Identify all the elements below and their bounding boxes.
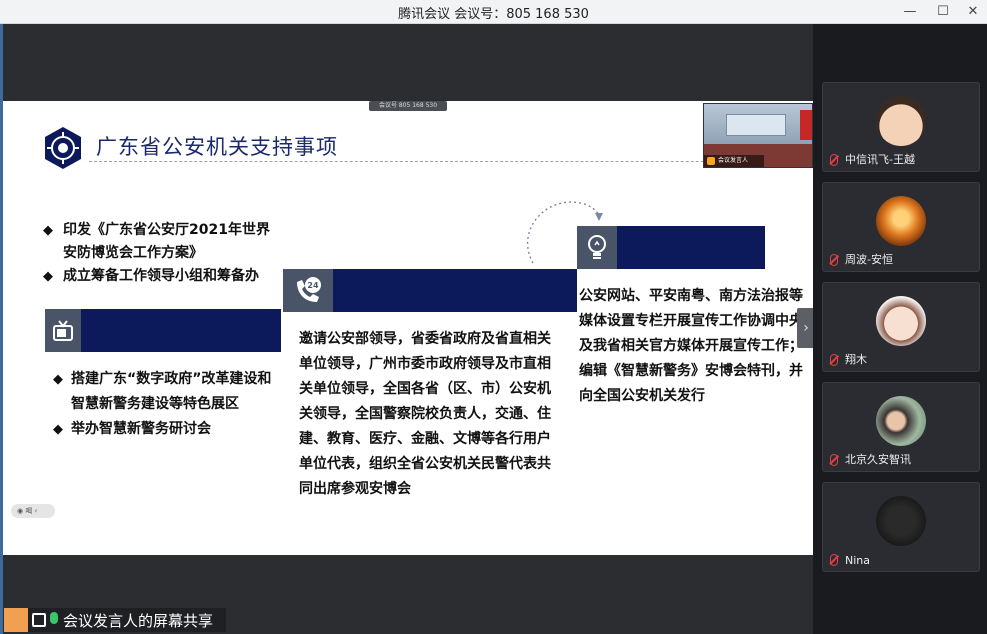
participant-name: 北京久安智讯 xyxy=(845,453,911,466)
avatar xyxy=(876,96,926,146)
avatar xyxy=(876,196,926,246)
mic-muted-icon xyxy=(830,254,838,266)
phone-24-icon: 24 xyxy=(283,269,333,312)
mic-muted-icon xyxy=(830,554,838,566)
user-icon xyxy=(707,157,715,165)
speaker-label: 会议发言人 xyxy=(704,155,764,167)
participant-name: Nina xyxy=(845,554,870,567)
participant-tile[interactable]: 翔木 xyxy=(822,282,980,372)
title-bar: 腾讯会议 会议号：805 168 530 — ☐ ✕ xyxy=(0,0,987,24)
mic-muted-icon xyxy=(830,154,838,166)
share-label: 会议发言人的屏幕共享 xyxy=(63,612,214,630)
section-header-left xyxy=(45,309,281,352)
participants-panel: 中信讯飞-王越 周波-安恒 翔木 北京久安智讯 Nina xyxy=(813,24,987,634)
list-item: 印发《广东省公安厅2021年世界安防博览会工作方案》 xyxy=(43,219,283,265)
participant-name: 翔木 xyxy=(845,353,867,366)
meeting-id-tag: 会议号 805 168 530 xyxy=(369,101,447,111)
mic-icon xyxy=(50,612,58,624)
speaker-video-thumbnail[interactable]: 会议发言人 xyxy=(703,103,813,168)
top-bullet-list: 印发《广东省公安厅2021年世界安防博览会工作方案》 成立筹备工作领导小组和筹备… xyxy=(43,219,283,288)
section-header-right xyxy=(577,226,765,269)
screen-share-bar[interactable]: 会议发言人的屏幕共享 xyxy=(4,608,226,632)
mic-muted-icon xyxy=(830,354,838,366)
close-button[interactable]: ✕ xyxy=(962,2,984,22)
police-logo-icon xyxy=(45,127,81,169)
shared-screen-area: 会议号 805 168 530 广东省公安机关支持事项 会议发言人 印发《广东省… xyxy=(3,24,815,634)
middle-text: 邀请公安部领导，省委省政府及省直相关单位领导，广州市委市政府领导及市直相关单位领… xyxy=(299,331,551,497)
participant-tile[interactable]: 北京久安智讯 xyxy=(822,382,980,472)
presentation-slide: 会议号 805 168 530 广东省公安机关支持事项 会议发言人 印发《广东省… xyxy=(3,101,813,555)
avatar xyxy=(876,396,926,446)
list-item: 搭建广东“数字政府”改革建设和智慧新警务建设等特色展区 xyxy=(53,367,281,417)
mic-muted-icon xyxy=(830,454,838,466)
lightbulb-icon xyxy=(577,226,617,269)
participant-name: 中信讯飞-王越 xyxy=(845,153,915,166)
svg-text:24: 24 xyxy=(307,281,319,290)
minimize-button[interactable]: — xyxy=(899,2,921,22)
presenter-avatar-icon xyxy=(4,608,28,632)
title-divider xyxy=(89,161,789,162)
avatar xyxy=(876,496,926,546)
tv-icon xyxy=(45,309,81,352)
right-text: 公安网站、平安南粤、南方法治报等媒体设置专栏开展宣传工作协调中央及我省相关官方媒… xyxy=(579,288,803,404)
avatar xyxy=(876,296,926,346)
left-bullet-list: 搭建广东“数字政府”改革建设和智慧新警务建设等特色展区 举办智慧新警务研讨会 xyxy=(53,367,281,442)
list-item: 举办智慧新警务研讨会 xyxy=(53,417,281,442)
participant-tile[interactable]: 周波-安恒 xyxy=(822,182,980,272)
maximize-button[interactable]: ☐ xyxy=(932,2,954,22)
toolbar-pill[interactable]: ◉ 喝 ‹ xyxy=(11,504,55,518)
section-header-middle: 24 xyxy=(283,269,577,312)
participant-tile[interactable]: 中信讯飞-王越 xyxy=(822,82,980,172)
window-title: 腾讯会议 会议号：805 168 530 xyxy=(398,7,589,22)
screen-share-icon xyxy=(32,613,46,627)
participant-tile[interactable]: Nina xyxy=(822,482,980,572)
participant-name: 周波-安恒 xyxy=(845,253,893,266)
list-item: 成立筹备工作领导小组和筹备办 xyxy=(43,265,283,288)
slide-title: 广东省公安机关支持事项 xyxy=(96,135,338,159)
